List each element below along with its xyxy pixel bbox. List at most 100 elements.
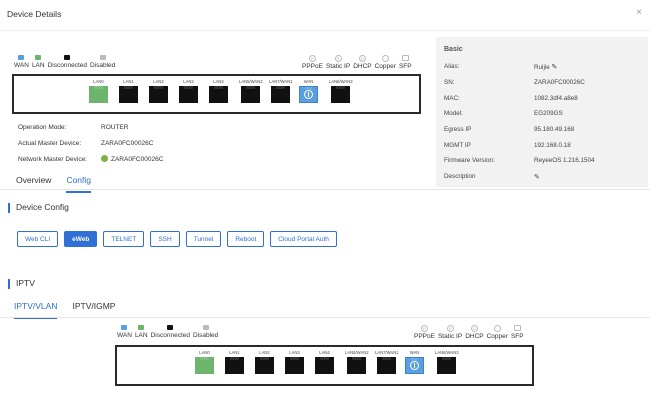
legend-dhcp-label: DHCP [353,63,372,70]
port-lan5-wan2[interactable]: LAN5/WAN2 [345,350,369,374]
reboot-button[interactable]: Reboot [227,231,265,247]
port-type-legend: P PPPoE S Static IP D DHCP Copper SFP [302,55,415,70]
legend-dhcp: D DHCP [353,55,372,70]
device-config-buttons: Web CLI eWeb TELNET SSH Tunnel Reboot Cl… [17,231,343,247]
legend-disconnected-label: Disconnected [150,332,190,339]
pppoe-icon: P [420,325,428,332]
ethernet-port-icon [225,357,244,374]
cloud-portal-auth-button[interactable]: Cloud Portal Auth [270,231,337,247]
ethernet-port-icon [255,357,274,374]
legend-lan-label: LAN [31,62,45,69]
port-label: LAN1 [229,350,240,355]
iptv-legend-dhcp: D DHCP [465,325,484,340]
egress-ip-label: Egress IP [444,126,472,133]
copper-icon [381,55,389,62]
port-label: LAN3 [289,350,300,355]
disabled-swatch [202,325,209,330]
port-lan4[interactable]: LAN4 [209,79,228,103]
ethernet-port-icon [271,86,291,103]
port-lan3[interactable]: LAN3 [285,350,304,374]
port-lan1[interactable]: LAN1 [119,79,138,103]
port-lan5-wan2[interactable]: LAN5/WAN2 [239,79,263,103]
tab-overview[interactable]: Overview [16,175,51,193]
disabled-swatch [99,55,106,60]
tab-config[interactable]: Config [66,175,92,193]
alias-value: Ruijie [534,64,550,71]
pppoe-icon: P [308,55,316,62]
firmware-row: Firmware Version: ReyeeOS 1.216.1504 [444,157,595,164]
iptv-legend-copper: Copper [487,325,508,340]
port-wan[interactable]: WAN [299,79,318,103]
mgmt-ip-row: MGMT IP 192.168.0.18 [444,142,571,149]
port-label: LAN6/WAN3 [435,350,459,355]
port-lan6-wan3[interactable]: LAN6/WAN3 [435,350,459,374]
port-label: LAN4 [319,350,330,355]
port-lan7-wan1[interactable]: LAN7/WAN1 [375,350,399,374]
operation-mode-value: ROUTER [101,124,129,131]
legend-sfp-label: SFP [510,333,524,340]
device-details-dialog: Device Details × WAN LAN Disconnected Di… [0,0,650,408]
model-value: EG209GS [534,110,563,117]
disconnected-swatch [167,325,174,330]
ethernet-port-icon [195,357,214,374]
mac-value: 1082.3df4.a8e8 [534,95,578,102]
ssh-button[interactable]: SSH [150,231,180,247]
legend-copper: Copper [375,55,396,70]
mgmt-ip-value: 192.168.0.18 [534,142,571,149]
mac-row: MAC: 1082.3df4.a8e8 [444,95,578,102]
operation-mode-row: Operation Mode: ROUTER [18,124,128,131]
iptv-legend-wan: WAN [117,325,132,339]
legend-disconnected-label: Disconnected [47,62,87,69]
port-lan2[interactable]: LAN2 [149,79,168,103]
eweb-button[interactable]: eWeb [64,231,98,247]
port-label: WAN [303,79,314,84]
port-lan6-wan3[interactable]: LAN6/WAN3 [329,79,353,103]
iptv-tabs-divider [0,317,650,318]
legend-pppoe-label: PPPoE [414,333,435,340]
legend-static-ip-label: Static IP [437,333,463,340]
port-lan0[interactable]: LAN0 [89,79,108,103]
port-lan1[interactable]: LAN1 [225,350,244,374]
ethernet-port-icon [149,86,168,103]
legend-static-ip: S Static IP [326,55,350,70]
legend-sfp-label: SFP [398,63,412,70]
port-wan[interactable]: WAN [405,350,424,374]
actual-master-value: ZARA0FC00026C [101,140,154,147]
egress-ip-value: 95.180.49.168 [534,126,575,133]
tunnel-button[interactable]: Tunnel [185,231,222,247]
network-master-value: ZARA0FC00026C [111,156,164,163]
port-lan4[interactable]: LAN4 [315,350,334,374]
lan-swatch [35,55,42,60]
sn-value: ZARA0FC00026C [534,79,585,86]
port-lan0[interactable]: LAN0 [195,350,214,374]
port-lan2[interactable]: LAN2 [255,350,274,374]
alias-row: Alias: Ruijie ✎ [444,63,557,71]
model-row: Model: EG209GS [444,110,563,117]
legend-copper-label: Copper [486,333,508,340]
static-ip-icon: S [334,55,342,62]
close-icon[interactable]: × [636,8,642,18]
device-port-panel: LAN0 LAN1 LAN2 LAN3 LAN4 LAN5/WAN2 LAN7/WAN1 WA… [12,74,421,114]
iptv-heading: IPTV [8,278,35,289]
check-icon [101,155,108,162]
port-lan3[interactable]: LAN3 [179,79,198,103]
model-label: Model: [444,110,463,117]
wan-port-icon [405,357,424,374]
wan-swatch [18,55,25,60]
iptv-legend-pppoe: P PPPoE [414,325,435,340]
port-lan7-wan1[interactable]: LAN7/WAN1 [269,79,293,103]
network-master-row: Network Master Device: ZARA0FC00026C [18,155,163,163]
iptv-legend-lan: LAN [135,325,148,339]
description-row: Description ✎ [444,173,540,181]
iptv-port-panel: LAN0 LAN1 LAN2 LAN3 LAN4 LAN5/WAN2 LAN7/WAN1 WA… [115,345,534,386]
mac-label: MAC: [444,95,460,102]
web-cli-button[interactable]: Web CLI [17,231,59,247]
edit-alias-icon[interactable]: ✎ [552,64,558,71]
ethernet-port-icon [315,357,334,374]
edit-description-icon[interactable]: ✎ [534,173,540,181]
sn-label: SN: [444,79,455,86]
telnet-button[interactable]: TELNET [103,231,145,247]
legend-wan: WAN [14,55,29,69]
disconnected-swatch [64,55,71,60]
port-label: LAN6/WAN3 [329,79,353,84]
